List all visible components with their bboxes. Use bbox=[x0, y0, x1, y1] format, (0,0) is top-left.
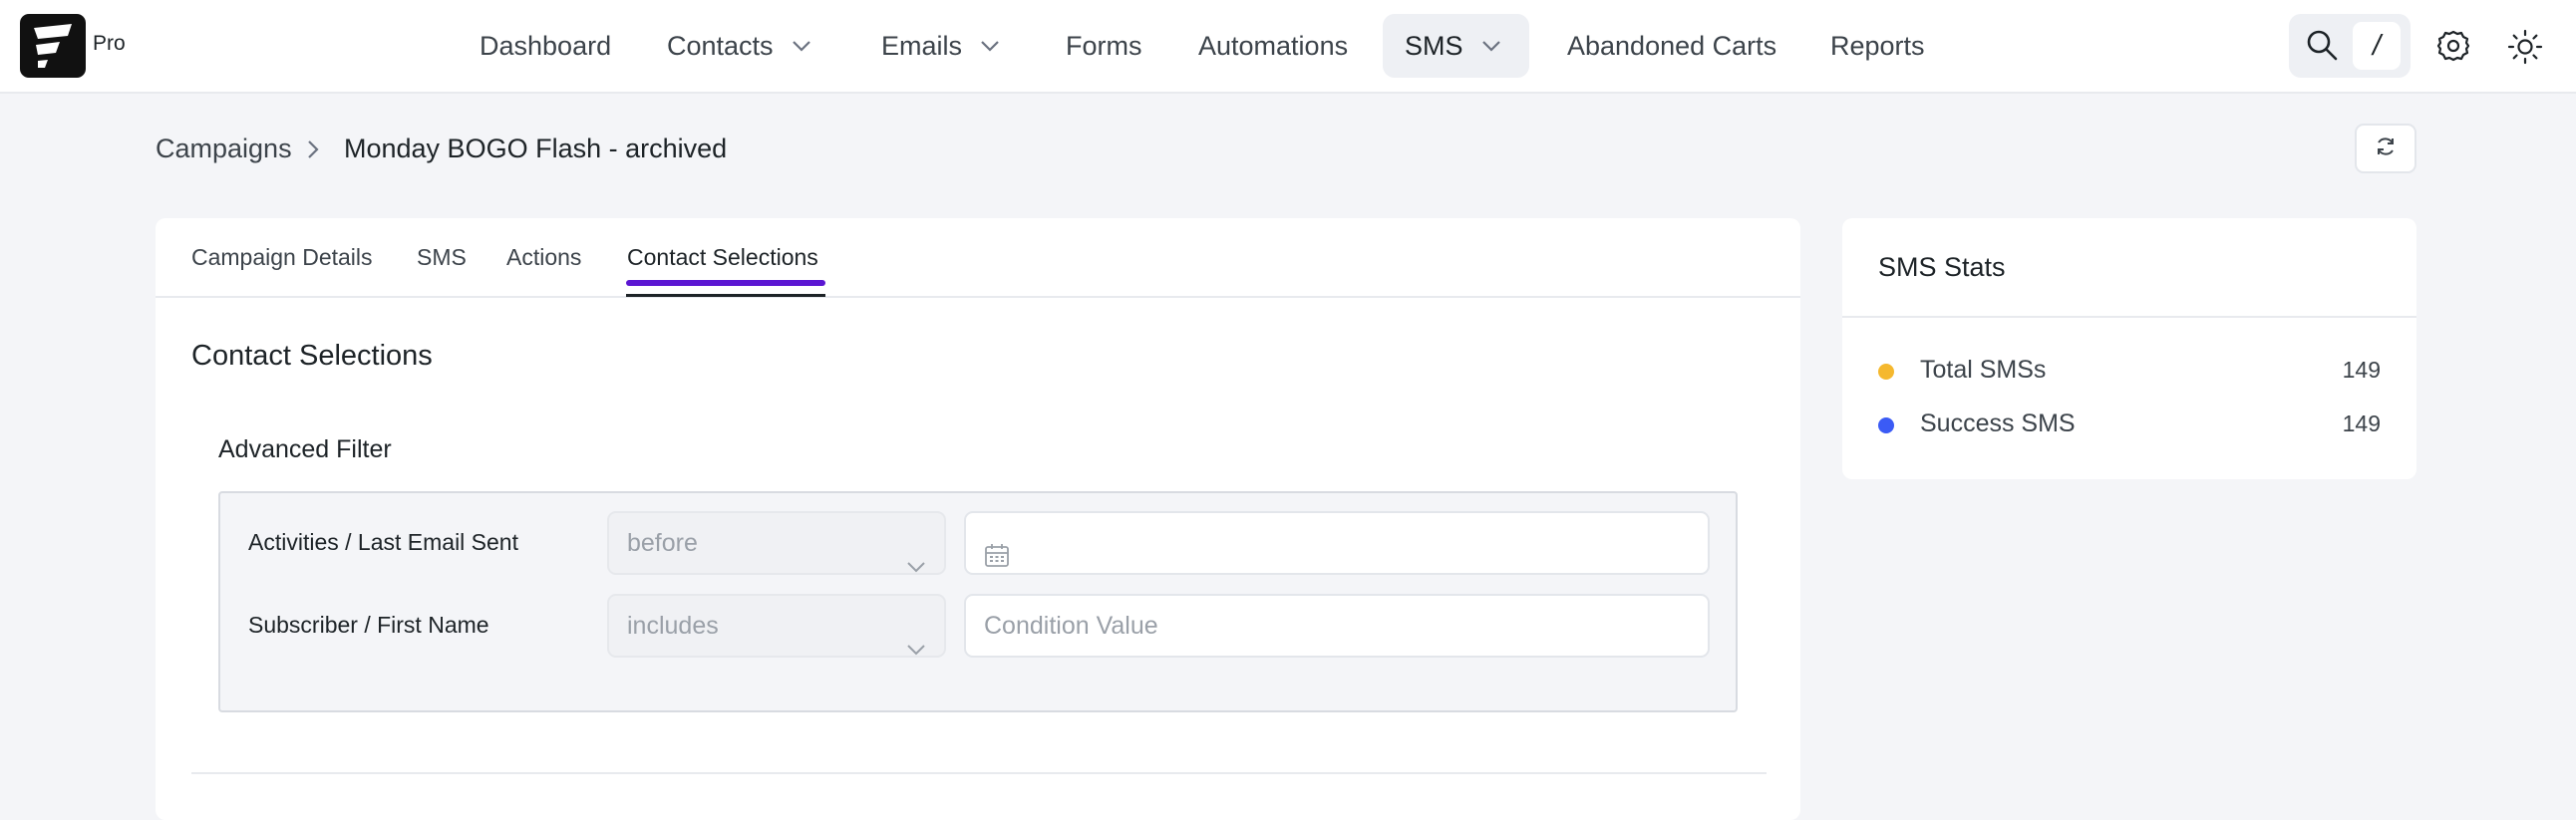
nav-label: Abandoned Carts bbox=[1567, 30, 1777, 61]
stats-divider bbox=[1842, 316, 2416, 318]
refresh-icon bbox=[2374, 135, 2398, 163]
nav-sms[interactable]: SMS bbox=[1383, 14, 1529, 78]
top-navigation-bar: Pro Dashboard Contacts Emails Forms Auto… bbox=[0, 0, 2576, 94]
nav-label: Emails bbox=[881, 30, 963, 61]
condition-value-input[interactable]: Condition Value bbox=[964, 594, 1710, 658]
section-title: Contact Selections bbox=[191, 340, 433, 372]
stat-row-total: Total SMSs 149 bbox=[1878, 354, 2381, 390]
status-dot-icon bbox=[1878, 364, 1894, 380]
nav-contacts[interactable]: Contacts bbox=[645, 14, 833, 78]
nav-forms[interactable]: Forms bbox=[1044, 14, 1164, 78]
select-value: before bbox=[627, 529, 698, 557]
breadcrumb-campaigns-link[interactable]: Campaigns bbox=[156, 134, 292, 164]
section-divider bbox=[191, 772, 1767, 774]
filter-operator-select[interactable]: includes bbox=[607, 594, 946, 658]
tab-sms[interactable]: SMS bbox=[417, 244, 467, 271]
nav-reports[interactable]: Reports bbox=[1808, 14, 1947, 78]
chevron-down-icon bbox=[1481, 40, 1501, 52]
nav-label: Forms bbox=[1066, 30, 1142, 61]
condition-value-placeholder: Condition Value bbox=[984, 612, 1158, 640]
tab-contact-selections[interactable]: Contact Selections bbox=[627, 244, 818, 271]
sun-icon[interactable] bbox=[2507, 29, 2543, 70]
stat-label: Total SMSs bbox=[1920, 356, 2047, 384]
filter-label: Subscriber / First Name bbox=[248, 612, 489, 638]
search-shortcut-key[interactable]: / bbox=[2353, 22, 2401, 70]
search-icon[interactable] bbox=[2305, 28, 2339, 67]
stat-label: Success SMS bbox=[1920, 410, 2076, 437]
active-tab-underline bbox=[626, 294, 825, 297]
stats-title: SMS Stats bbox=[1878, 252, 2006, 282]
nav-dashboard[interactable]: Dashboard bbox=[458, 14, 633, 78]
status-dot-icon bbox=[1878, 417, 1894, 433]
search-tool-group: / bbox=[2289, 14, 2411, 78]
refresh-button[interactable] bbox=[2355, 124, 2416, 173]
nav-label: Reports bbox=[1830, 30, 1925, 61]
calendar-icon bbox=[984, 531, 1010, 591]
advanced-filter-title: Advanced Filter bbox=[218, 435, 392, 463]
chevron-down-icon bbox=[980, 40, 1000, 52]
active-tab-indicator bbox=[626, 280, 825, 286]
tab-campaign-details[interactable]: Campaign Details bbox=[191, 244, 373, 271]
nav-abandoned-carts[interactable]: Abandoned Carts bbox=[1545, 14, 1798, 78]
breadcrumb-current: Monday BOGO Flash - archived bbox=[344, 134, 728, 163]
stat-row-success: Success SMS 149 bbox=[1878, 408, 2381, 443]
filter-operator-select[interactable]: before bbox=[607, 511, 946, 575]
advanced-filter-box: Activities / Last Email Sent before Subs… bbox=[218, 491, 1738, 712]
nav-label: SMS bbox=[1405, 30, 1463, 61]
date-input[interactable] bbox=[964, 511, 1710, 575]
nav-label: Automations bbox=[1198, 30, 1349, 61]
sms-stats-card: SMS Stats Total SMSs 149 Success SMS 149 bbox=[1842, 218, 2416, 479]
chevron-right-icon bbox=[306, 137, 320, 166]
nav-label: Dashboard bbox=[480, 30, 612, 61]
nav-automations[interactable]: Automations bbox=[1176, 14, 1370, 78]
pro-badge: Pro bbox=[93, 32, 126, 55]
tab-actions[interactable]: Actions bbox=[506, 244, 581, 271]
select-value: includes bbox=[627, 612, 719, 640]
stat-value: 149 bbox=[2342, 357, 2381, 383]
chevron-down-icon bbox=[906, 618, 926, 678]
filter-label: Activities / Last Email Sent bbox=[248, 529, 518, 555]
campaign-card: Campaign Details SMS Actions Contact Sel… bbox=[156, 218, 1800, 820]
nav-emails[interactable]: Emails bbox=[859, 14, 1022, 78]
stat-value: 149 bbox=[2342, 410, 2381, 436]
campaign-tabs: Campaign Details SMS Actions Contact Sel… bbox=[156, 218, 1800, 298]
fluentcrm-logo-icon[interactable] bbox=[20, 14, 86, 78]
chevron-down-icon bbox=[792, 40, 811, 52]
gear-icon[interactable] bbox=[2436, 29, 2470, 68]
nav-label: Contacts bbox=[667, 30, 774, 61]
chevron-down-icon bbox=[906, 535, 926, 595]
